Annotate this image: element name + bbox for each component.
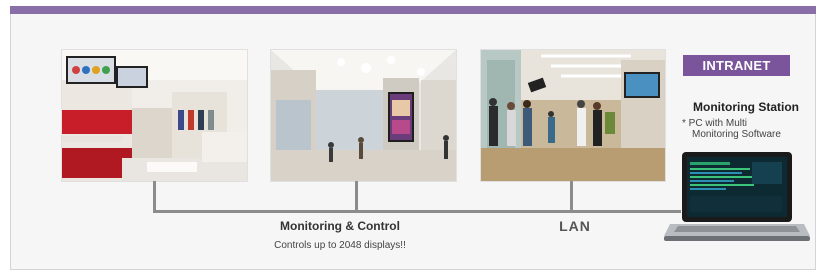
top-accent-bar [10, 6, 816, 14]
lan-label: LAN [559, 218, 591, 234]
station-note-line2: Monitoring Software [692, 129, 781, 140]
drop-line-mall [355, 181, 358, 212]
drop-line-office [570, 181, 573, 212]
retail-store-photo [62, 50, 247, 181]
drop-line-retail [153, 181, 156, 212]
station-note: * PC with Multi Monitoring Software [682, 118, 812, 140]
shopping-mall-photo [271, 50, 456, 181]
station-title: Monitoring Station [693, 100, 799, 114]
monitoring-control-subtitle: Controls up to 2048 displays!! [274, 240, 406, 251]
laptop-icon [664, 150, 810, 247]
monitoring-control-label: Monitoring & Control [280, 219, 400, 233]
station-note-line1: * PC with Multi [682, 118, 748, 129]
intranet-badge: INTRANET [683, 55, 790, 76]
office-lobby-photo [481, 50, 665, 181]
network-line-main [153, 210, 681, 213]
